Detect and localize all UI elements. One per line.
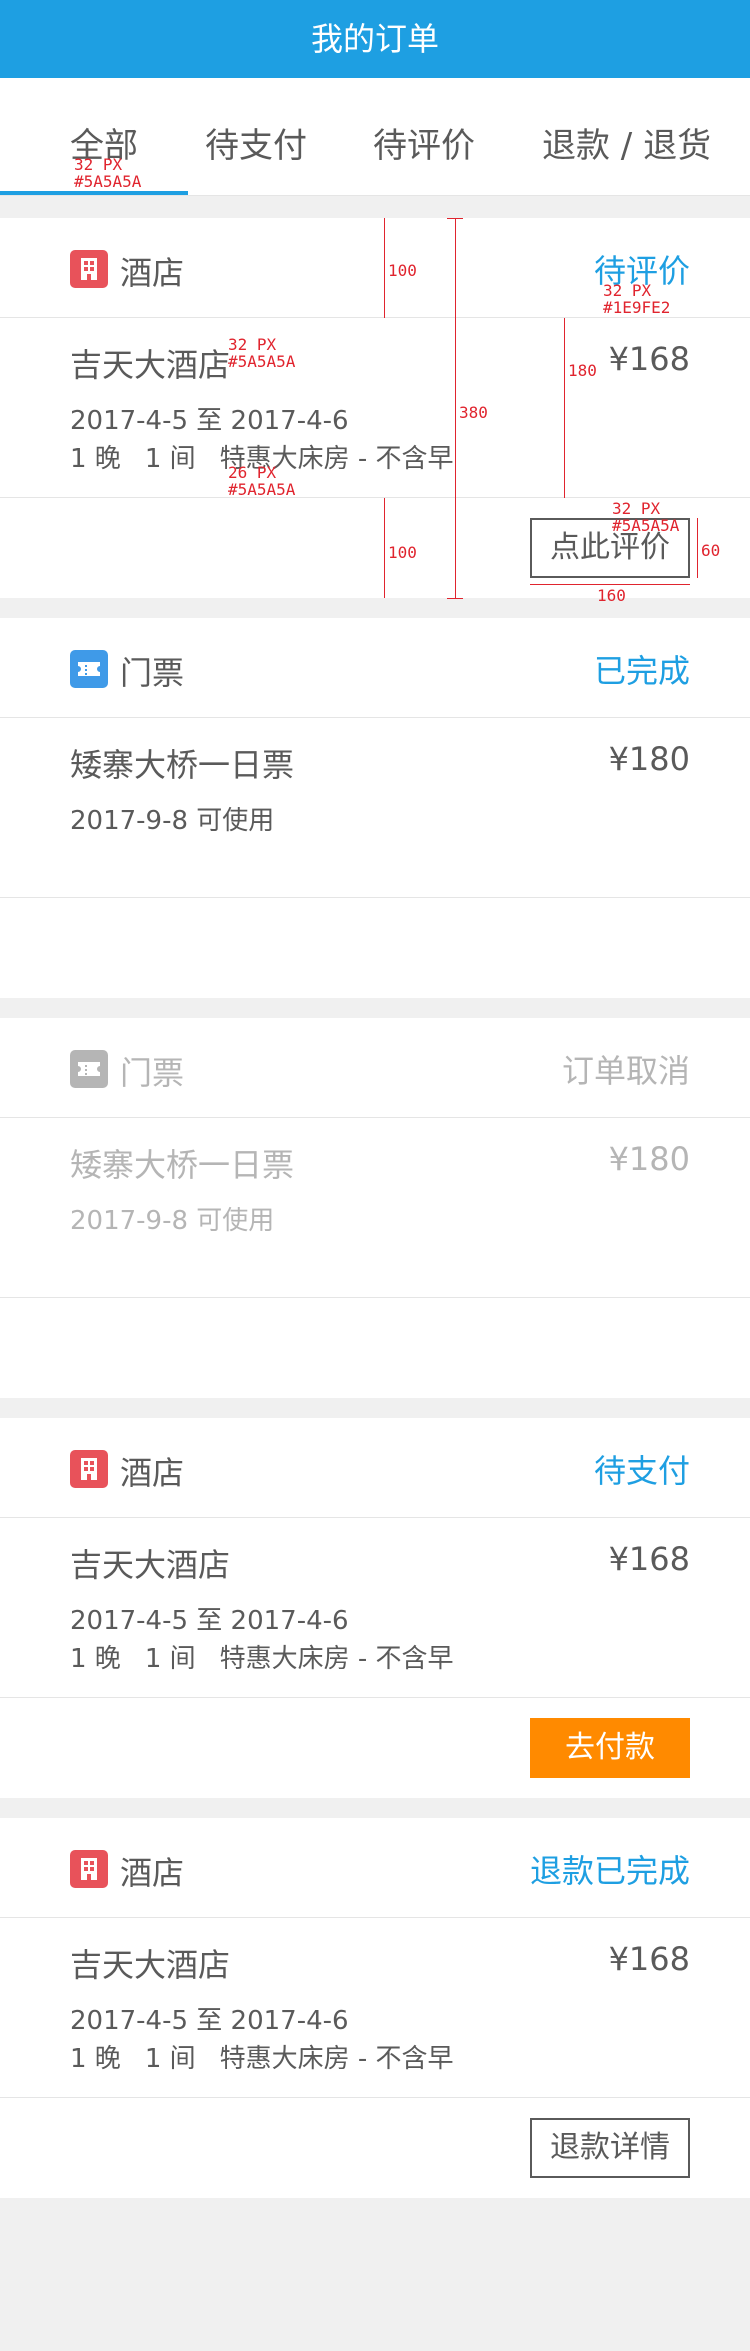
order-header: 门票 已完成	[0, 618, 750, 718]
pay-button[interactable]: 去付款	[530, 1718, 690, 1778]
item-price: ¥180	[608, 1140, 690, 1178]
dimension-tick-bottom	[447, 598, 463, 599]
order-footer	[0, 898, 750, 998]
stay-dates: 2017-4-5 至 2017-4-6	[70, 1606, 349, 1636]
stay-dates: 2017-4-5 至 2017-4-6	[70, 406, 349, 436]
order-status: 已完成	[593, 652, 690, 690]
active-tab-indicator	[0, 191, 188, 195]
order-type-label: 酒店	[120, 1854, 185, 1892]
order-header: 门票 订单取消	[0, 1018, 750, 1118]
rooms-count: 1 间	[144, 444, 196, 474]
item-name: 吉天大酒店	[70, 1946, 231, 1984]
order-type-label: 酒店	[120, 254, 185, 292]
order-body[interactable]: 矮寨大桥一日票 ¥180 2017-9-8 可使用	[0, 718, 750, 898]
annotation-detail-font: 26 PX #5A5A5A	[228, 463, 296, 499]
room-type: 特惠大床房 - 不含早	[219, 1644, 454, 1674]
dimension-label-button-height: 60	[701, 541, 721, 560]
order-card: 门票 已完成 矮寨大桥一日票 ¥180 2017-9-8 可使用	[0, 618, 750, 998]
stay-dates: 2017-4-5 至 2017-4-6	[70, 2006, 349, 2036]
nights-count: 1 晚	[70, 1644, 121, 1674]
order-body[interactable]: 吉天大酒店 ¥168 2017-4-5 至 2017-4-6 1 晚1 间特惠大…	[0, 318, 750, 498]
item-price: ¥168	[608, 1540, 690, 1578]
room-details: 1 晚 1 间特惠大床房 - 不含早	[70, 1638, 478, 1675]
item-name: 矮寨大桥一日票	[70, 746, 295, 784]
page-title: 我的订单	[310, 20, 439, 58]
dimension-line-card	[455, 218, 456, 598]
item-name: 吉天大酒店	[70, 346, 231, 384]
dimension-label-body: 180	[568, 361, 597, 380]
order-type-label: 门票	[120, 1054, 185, 1092]
nights-count: 1 晚	[70, 2044, 121, 2074]
dimension-label-card: 380	[459, 403, 488, 422]
rooms-count: 1 间	[144, 2044, 196, 2074]
annotation-status-font: 32 PX #1E9FE2	[603, 281, 671, 317]
dimension-label-button-width: 160	[597, 586, 626, 605]
order-card: 酒店 待评价 吉天大酒店 ¥168 2017-4-5 至 2017-4-6 1 …	[0, 218, 750, 598]
annotation-tab-font: 32 PX #5A5A5A	[74, 155, 142, 191]
order-type-label: 门票	[120, 654, 185, 692]
tab-pending-payment[interactable]: 待支付	[205, 118, 307, 167]
item-name: 矮寨大桥一日票	[70, 1146, 295, 1184]
annotation-button-font: 32 PX #5A5A5A	[612, 499, 680, 535]
order-footer	[0, 1298, 750, 1398]
rooms-count: 1 间	[144, 1644, 196, 1674]
ticket-icon	[70, 650, 108, 688]
hotel-icon	[70, 1450, 108, 1488]
app-header: 我的订单	[0, 0, 750, 78]
item-name: 吉天大酒店	[70, 1546, 231, 1584]
order-type-label: 酒店	[120, 1454, 185, 1492]
order-card: 酒店 退款已完成 吉天大酒店 ¥168 2017-4-5 至 2017-4-6 …	[0, 1818, 750, 2198]
hotel-icon	[70, 1850, 108, 1888]
refund-details-button[interactable]: 退款详情	[530, 2118, 690, 2178]
dimension-line-button-width	[530, 584, 690, 585]
order-header: 酒店 待支付	[0, 1418, 750, 1518]
order-header: 酒店 退款已完成	[0, 1818, 750, 1918]
order-body[interactable]: 吉天大酒店 ¥168 2017-4-5 至 2017-4-6 1 晚 1 间特惠大…	[0, 1518, 750, 1698]
order-status: 订单取消	[561, 1052, 690, 1090]
order-status: 待支付	[593, 1452, 690, 1490]
order-footer: 去付款	[0, 1698, 750, 1798]
nights-count: 1 晚	[70, 444, 121, 474]
order-status: 退款已完成	[529, 1852, 690, 1890]
item-price: ¥168	[608, 340, 690, 378]
dimension-label-head: 100	[388, 261, 417, 280]
room-details: 1 晚 1 间特惠大床房 - 不含早	[70, 2038, 478, 2075]
order-card: 门票 订单取消 矮寨大桥一日票 ¥180 2017-9-8 可使用	[0, 1018, 750, 1398]
order-body[interactable]: 吉天大酒店 ¥168 2017-4-5 至 2017-4-6 1 晚 1 间特惠大…	[0, 1918, 750, 2098]
item-price: ¥180	[608, 740, 690, 778]
ticket-icon	[70, 1050, 108, 1088]
dimension-tick-top	[447, 218, 463, 219]
dimension-line-body	[564, 318, 565, 498]
annotation-name-font: 32 PX #5A5A5A	[228, 335, 296, 371]
dimension-line-button-height	[697, 518, 698, 578]
room-type: 特惠大床房 - 不含早	[219, 2044, 454, 2074]
dimension-label-foot: 100	[388, 543, 417, 562]
tab-pending-review[interactable]: 待评价	[373, 118, 475, 167]
usage-date: 2017-9-8 可使用	[70, 1206, 275, 1236]
order-card: 酒店 待支付 吉天大酒店 ¥168 2017-4-5 至 2017-4-6 1 …	[0, 1418, 750, 1798]
order-footer: 退款详情	[0, 2098, 750, 2198]
order-body[interactable]: 矮寨大桥一日票 ¥180 2017-9-8 可使用	[0, 1118, 750, 1298]
dimension-line-head	[384, 218, 385, 318]
dimension-line-foot	[384, 498, 385, 598]
tab-refund[interactable]: 退款 / 退货	[542, 118, 711, 167]
usage-date: 2017-9-8 可使用	[70, 806, 275, 836]
item-price: ¥168	[608, 1940, 690, 1978]
hotel-icon	[70, 250, 108, 288]
